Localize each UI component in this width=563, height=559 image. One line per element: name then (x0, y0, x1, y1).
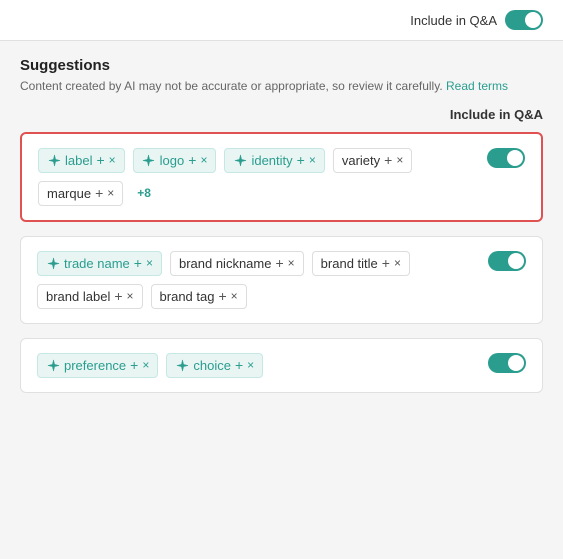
tag-2-1: brand nickname+ × (170, 251, 304, 276)
tag-remove-2-1[interactable]: × (288, 257, 295, 269)
tag-2-3: brand label + × (37, 284, 143, 309)
tag-plus-1-1[interactable]: + (188, 153, 196, 167)
tag-text-2-3: brand label (46, 289, 110, 304)
tag-text-1-2: identity (251, 153, 292, 168)
column-header-row: Include in Q&A (20, 107, 543, 122)
tag-remove-2-2[interactable]: × (394, 257, 401, 269)
suggestions-header: Suggestions Content created by AI may no… (20, 57, 543, 95)
tag-2-2: brand title + × (312, 251, 410, 276)
tag-plus-2-1[interactable]: + (275, 256, 283, 270)
tag-remove-1-2[interactable]: × (309, 154, 316, 166)
tag-text-1-1: logo (160, 153, 185, 168)
tag-text-1-3: variety (342, 153, 380, 168)
tag-text-2-4: brand tag (160, 289, 215, 304)
tag-3-1: choice + × (166, 353, 263, 378)
suggestions-description: Content created by AI may not be accurat… (20, 78, 543, 95)
tag-remove-2-3[interactable]: × (127, 290, 134, 302)
tag-plus-1-2[interactable]: + (297, 153, 305, 167)
sparkle-icon (46, 358, 60, 372)
tag-1-1: logo+ × (133, 148, 217, 173)
top-toggle[interactable] (505, 10, 543, 30)
tag-text-3-0: preference (64, 358, 126, 373)
tag-remove-1-1[interactable]: × (200, 154, 207, 166)
tag-remove-1-0[interactable]: × (109, 154, 116, 166)
card-toggle-wrap-2 (488, 251, 526, 274)
read-terms-link[interactable]: Read terms (446, 79, 508, 93)
tags-area-2: trade name+×brand nickname+×brand title+… (37, 251, 526, 309)
tag-remove-3-0[interactable]: × (142, 359, 149, 371)
tag-1-3: variety + × (333, 148, 413, 173)
tag-text-3-1: choice (193, 358, 231, 373)
card-toggle-wrap-1 (487, 148, 525, 171)
tag-3-0: preference + × (37, 353, 158, 378)
top-toggle-label: Include in Q&A (410, 13, 497, 28)
main-content: Suggestions Content created by AI may no… (0, 41, 563, 423)
tag-text-2-0: trade name (64, 256, 130, 271)
suggestion-card-3: preference + × choice + × (20, 338, 543, 393)
include-qa-column-header: Include in Q&A (450, 107, 543, 122)
tag-plus-2-4[interactable]: + (218, 289, 226, 303)
cards-container: label+× logo+× identity+×variety+×marque… (20, 132, 543, 393)
card-toggle-2[interactable] (488, 251, 526, 271)
card-toggle-wrap-3 (488, 353, 526, 376)
top-bar: Include in Q&A (0, 0, 563, 41)
card-toggle-3[interactable] (488, 353, 526, 373)
tag-plus-2-0[interactable]: + (134, 256, 142, 270)
tag-1-2: identity + × (224, 148, 324, 173)
sparkle-icon (46, 256, 60, 270)
tag-text-1-0: label (65, 153, 92, 168)
tags-area-1: label+× logo+× identity+×variety+×marque… (38, 148, 525, 206)
tag-remove-3-1[interactable]: × (247, 359, 254, 371)
suggestion-card-2: trade name+×brand nickname+×brand title+… (20, 236, 543, 324)
tag-2-4: brand tag+ × (151, 284, 247, 309)
tag-plus-1-3[interactable]: + (384, 153, 392, 167)
sparkle-icon (47, 153, 61, 167)
tag-plus-3-0[interactable]: + (130, 358, 138, 372)
tag-text-2-1: brand nickname (179, 256, 272, 271)
tag-plus-2-3[interactable]: + (114, 289, 122, 303)
tag-remove-1-3[interactable]: × (396, 154, 403, 166)
suggestions-desc-text: Content created by AI may not be accurat… (20, 79, 443, 93)
tag-text-2-2: brand title (321, 256, 378, 271)
tag-remove-2-0[interactable]: × (146, 257, 153, 269)
tag-text-1-4: marque (47, 186, 91, 201)
tag-plus-3-1[interactable]: + (235, 358, 243, 372)
tag-2-0: trade name + × (37, 251, 162, 276)
suggestions-title: Suggestions (20, 57, 543, 74)
tag-remove-2-4[interactable]: × (231, 290, 238, 302)
suggestion-card-1: label+× logo+× identity+×variety+×marque… (20, 132, 543, 222)
more-badge-1[interactable]: +8 (131, 182, 157, 204)
sparkle-icon (175, 358, 189, 372)
tag-remove-1-4[interactable]: × (107, 187, 114, 199)
card-toggle-1[interactable] (487, 148, 525, 168)
tags-area-3: preference + × choice + × (37, 353, 526, 378)
tag-plus-2-2[interactable]: + (382, 256, 390, 270)
sparkle-icon (233, 153, 247, 167)
tag-1-0: label + × (38, 148, 125, 173)
sparkle-icon (142, 153, 156, 167)
tag-1-4: marque + × (38, 181, 123, 206)
tag-plus-1-4[interactable]: + (95, 186, 103, 200)
tag-plus-1-0[interactable]: + (96, 153, 104, 167)
